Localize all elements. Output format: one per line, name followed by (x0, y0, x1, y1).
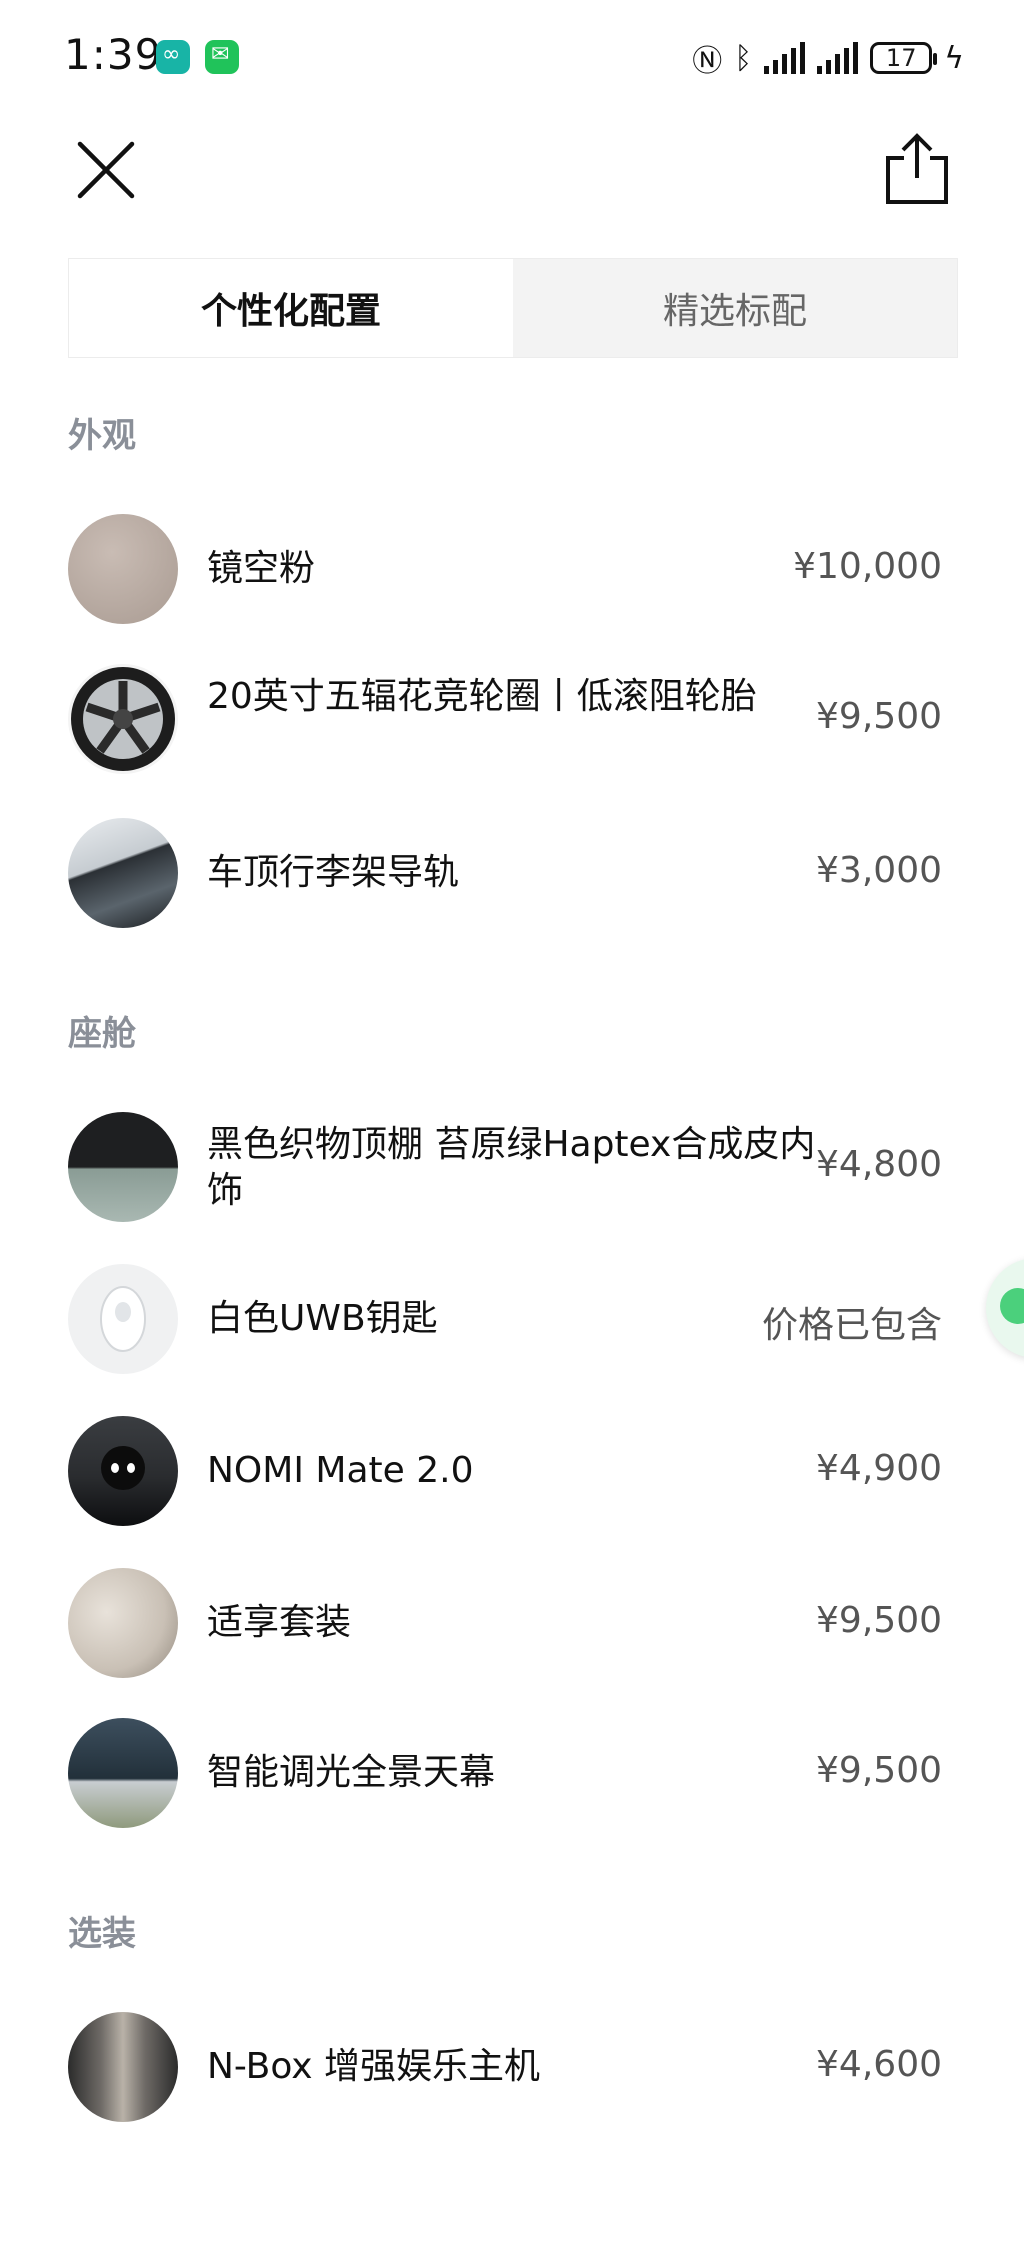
item-name: 智能调光全景天幕 (207, 1752, 496, 1793)
signal-icon (817, 42, 859, 74)
share-button[interactable] (884, 132, 950, 206)
item-name: NOMI Mate 2.0 (207, 1450, 474, 1491)
share-icon (886, 133, 948, 204)
tab-selected-standard[interactable]: 精选标配 (513, 259, 957, 357)
wheel-icon (71, 667, 175, 771)
close-icon (77, 141, 135, 199)
item-name: 白色UWB钥匙 (207, 1298, 438, 1339)
item-thumbnail (68, 664, 178, 774)
item-thumbnail (68, 1416, 178, 1526)
nio-app-icon: ∞ (156, 40, 190, 74)
signal-icon (764, 42, 806, 74)
list-item[interactable]: 20英寸五辐花竞轮圈丨低滚阻轮胎 ¥9,500 (68, 664, 956, 776)
item-price: ¥10,000 (793, 546, 942, 587)
item-price: ¥4,600 (816, 2044, 942, 2085)
key-fob-icon (100, 1286, 146, 1352)
item-name: 镜空粉 (207, 548, 316, 589)
item-name: 适享套装 (207, 1602, 352, 1643)
nomi-icon (101, 1446, 145, 1490)
status-icons: Ⓝ ᛒ 17 ϟ (692, 38, 964, 80)
item-price: ¥4,900 (816, 1448, 942, 1489)
item-thumbnail (68, 1112, 178, 1222)
item-price: 价格已包含 (761, 1305, 942, 1346)
item-price: ¥9,500 (816, 696, 942, 737)
section-title-exterior: 外观 (68, 416, 136, 456)
charging-icon: ϟ (944, 40, 964, 76)
item-price: ¥3,000 (816, 850, 942, 891)
status-time: 1:39 (64, 30, 163, 79)
list-item[interactable]: NOMI Mate 2.0 ¥4,900 (68, 1416, 956, 1528)
item-name: 20英寸五辐花竞轮圈丨低滚阻轮胎 (207, 676, 757, 717)
nfc-icon: Ⓝ (692, 44, 723, 79)
list-item[interactable]: 白色UWB钥匙 价格已包含 (68, 1264, 956, 1376)
battery-icon: 17 (870, 42, 938, 74)
item-price: ¥9,500 (816, 1750, 942, 1791)
list-item[interactable]: 智能调光全景天幕 ¥9,500 (68, 1718, 956, 1830)
chat-icon (1000, 1288, 1024, 1324)
bluetooth-icon: ᛒ (734, 40, 753, 76)
chat-bubble-button[interactable] (986, 1258, 1024, 1358)
status-bar: 1:39 ∞ ✉ Ⓝ ᛒ 17 ϟ (0, 0, 1024, 120)
list-item[interactable]: 车顶行李架导轨 ¥3,000 (68, 818, 956, 930)
battery-level: 17 (885, 44, 917, 72)
item-name: 车顶行李架导轨 (207, 852, 460, 893)
list-item[interactable]: 镜空粉 ¥10,000 (68, 514, 956, 626)
section-title-cabin: 座舱 (68, 1014, 136, 1054)
item-price: ¥4,800 (816, 1144, 942, 1185)
list-item[interactable]: N-Box 增强娱乐主机 ¥4,600 (68, 2012, 956, 2124)
item-name: 黑色织物顶棚 苔原绿Haptex合成皮内饰 (207, 1124, 816, 1211)
section-title-options: 选装 (68, 1914, 136, 1954)
item-thumbnail (68, 1568, 178, 1678)
config-tabs: 个性化配置 精选标配 (68, 258, 958, 358)
list-item[interactable]: 黑色织物顶棚 苔原绿Haptex合成皮内饰 ¥4,800 (68, 1112, 956, 1224)
item-thumbnail (68, 2012, 178, 2122)
item-thumbnail (68, 818, 178, 928)
list-item[interactable]: 适享套装 ¥9,500 (68, 1568, 956, 1680)
wechat-icon: ✉ (205, 40, 239, 74)
item-thumbnail (68, 514, 178, 624)
item-thumbnail (68, 1264, 178, 1374)
close-button[interactable] (74, 138, 138, 202)
item-thumbnail (68, 1718, 178, 1828)
tab-personalized-config[interactable]: 个性化配置 (69, 259, 513, 357)
item-name: N-Box 增强娱乐主机 (207, 2046, 541, 2087)
item-price: ¥9,500 (816, 1600, 942, 1641)
